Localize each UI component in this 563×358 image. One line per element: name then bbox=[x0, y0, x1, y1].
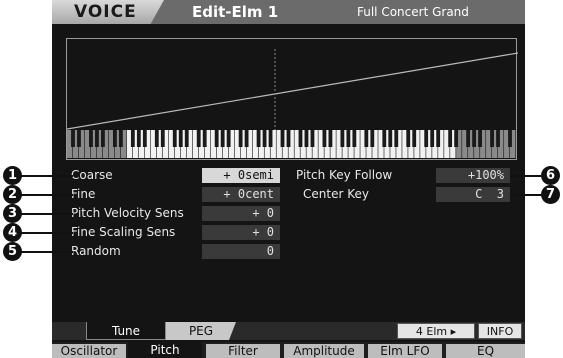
black-key bbox=[118, 130, 123, 147]
black-key bbox=[406, 130, 411, 147]
callout-line-3 bbox=[20, 213, 73, 215]
black-key bbox=[130, 130, 135, 147]
black-key bbox=[184, 130, 189, 147]
tab-filter[interactable]: Filter bbox=[206, 344, 280, 358]
callout-6: 6 bbox=[541, 166, 560, 185]
callout-3: 3 bbox=[3, 204, 22, 223]
coarse-value[interactable]: + 0semi bbox=[202, 168, 280, 183]
black-key bbox=[95, 130, 99, 147]
center-key-label: Center Key bbox=[303, 187, 369, 201]
tab-oscillator[interactable]: Oscillator bbox=[52, 344, 126, 358]
tab-pitch[interactable]: Pitch bbox=[128, 341, 202, 358]
header-bar: VOICE Edit-Elm 1 Full Concert Grand bbox=[52, 0, 525, 24]
black-key bbox=[388, 130, 393, 147]
page-title: Edit-Elm 1 bbox=[192, 3, 279, 21]
black-key bbox=[244, 130, 249, 147]
black-key bbox=[262, 130, 267, 147]
info-button[interactable]: INFO bbox=[478, 323, 522, 339]
black-key bbox=[280, 130, 285, 147]
black-key bbox=[364, 130, 369, 147]
black-key bbox=[454, 130, 459, 147]
black-key bbox=[238, 130, 243, 147]
tab-elm-lfo[interactable]: Elm LFO bbox=[368, 344, 442, 358]
black-key bbox=[328, 130, 333, 147]
callout-line-2 bbox=[20, 194, 73, 196]
lcd-screen: VOICE Edit-Elm 1 Full Concert Grand Coar… bbox=[52, 0, 525, 358]
callout-2: 2 bbox=[3, 185, 22, 204]
black-key bbox=[412, 130, 417, 147]
black-key bbox=[478, 130, 482, 147]
callout-4: 4 bbox=[3, 223, 22, 242]
tab-eq[interactable]: EQ bbox=[446, 344, 525, 358]
pitch-curve bbox=[67, 52, 518, 130]
black-key bbox=[490, 130, 494, 147]
black-key bbox=[89, 130, 93, 147]
black-key bbox=[256, 130, 261, 147]
voice-name: Full Concert Grand bbox=[357, 5, 469, 19]
black-key bbox=[172, 130, 177, 147]
callout-line-5 bbox=[20, 251, 73, 253]
random-value[interactable]: 0 bbox=[202, 244, 280, 259]
random-label: Random bbox=[71, 244, 121, 258]
tab-amplitude[interactable]: Amplitude bbox=[284, 344, 364, 358]
callout-1: 1 bbox=[3, 166, 22, 185]
black-key bbox=[382, 130, 387, 147]
pitch-velocity-sens-value[interactable]: + 0 bbox=[202, 206, 280, 221]
fine-scaling-sens-value[interactable]: + 0 bbox=[202, 225, 280, 240]
black-key bbox=[322, 130, 327, 147]
black-key bbox=[346, 130, 351, 147]
black-key bbox=[268, 130, 273, 147]
black-key bbox=[508, 130, 512, 147]
callout-line-1 bbox=[20, 175, 73, 177]
element-select-button[interactable]: 4 Elm ▸ bbox=[397, 323, 475, 339]
black-key bbox=[472, 130, 477, 147]
black-key bbox=[220, 130, 225, 147]
black-key bbox=[160, 130, 165, 147]
black-key bbox=[370, 130, 375, 147]
black-key bbox=[286, 130, 291, 147]
black-key bbox=[436, 130, 441, 147]
callout-7: 7 bbox=[541, 185, 560, 204]
black-key bbox=[202, 130, 207, 147]
black-key bbox=[226, 130, 231, 147]
black-key bbox=[101, 130, 105, 147]
black-key bbox=[352, 130, 357, 147]
callout-line-6 bbox=[510, 175, 542, 177]
fine-scaling-sens-label: Fine Scaling Sens bbox=[71, 225, 176, 239]
black-key bbox=[496, 130, 500, 147]
coarse-label: Coarse bbox=[71, 168, 113, 182]
tab-tune[interactable]: Tune bbox=[86, 322, 166, 340]
black-key bbox=[430, 130, 435, 147]
black-key bbox=[310, 130, 315, 147]
black-key bbox=[77, 130, 81, 147]
black-key bbox=[466, 130, 471, 147]
black-key bbox=[214, 130, 219, 147]
fine-label: Fine bbox=[71, 187, 96, 201]
black-key bbox=[142, 130, 147, 147]
pitch-velocity-sens-label: Pitch Velocity Sens bbox=[71, 206, 184, 220]
black-key bbox=[304, 130, 309, 147]
mode-tab: VOICE bbox=[52, 0, 164, 24]
black-key bbox=[154, 130, 159, 147]
callout-line-4 bbox=[20, 232, 73, 234]
pitch-key-follow-label: Pitch Key Follow bbox=[296, 168, 393, 182]
black-key bbox=[298, 130, 303, 147]
keyboard-graphic bbox=[67, 130, 516, 158]
black-key bbox=[394, 130, 399, 147]
black-key bbox=[71, 130, 75, 147]
black-key bbox=[136, 130, 141, 147]
fine-value[interactable]: + 0cent bbox=[202, 187, 280, 202]
callout-line-7 bbox=[510, 194, 542, 196]
black-key bbox=[178, 130, 183, 147]
center-key-value[interactable]: C 3 bbox=[436, 187, 510, 202]
black-key bbox=[196, 130, 201, 147]
black-key bbox=[340, 130, 345, 147]
pitch-key-follow-value[interactable]: +100% bbox=[436, 168, 510, 183]
callout-5: 5 bbox=[3, 242, 22, 261]
black-key bbox=[424, 130, 429, 147]
black-key bbox=[448, 130, 453, 147]
tab-peg[interactable]: PEG bbox=[166, 322, 236, 340]
black-key bbox=[112, 130, 117, 147]
